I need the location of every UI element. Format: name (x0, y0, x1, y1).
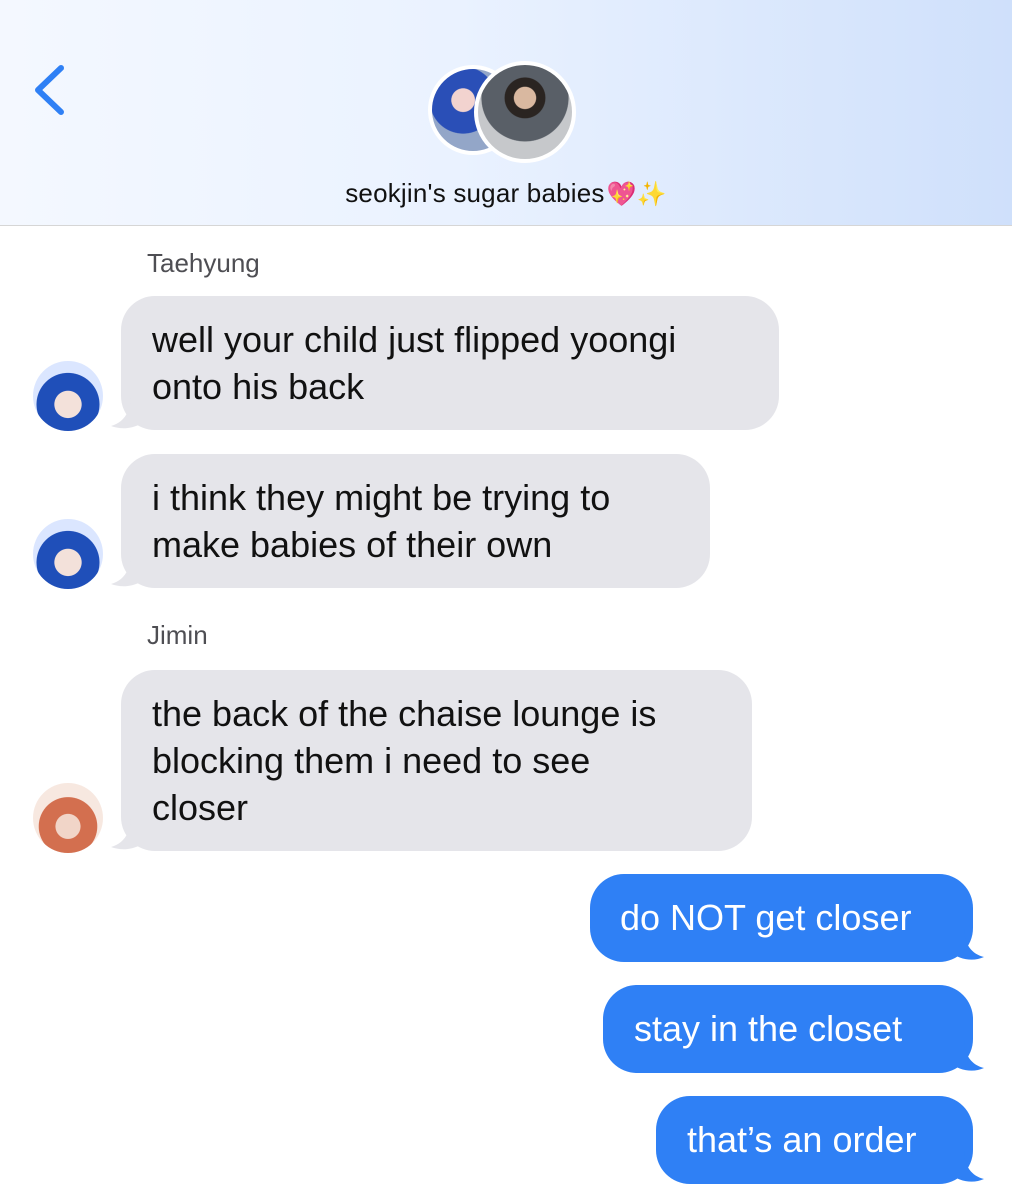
message-line: do NOT get closer (620, 897, 912, 938)
message-bubble-incoming[interactable]: the back of the chaise lounge is blockin… (121, 670, 752, 851)
sender-label-jimin: Jimin (147, 620, 208, 650)
message-bubble-outgoing[interactable]: stay in the closet (603, 985, 973, 1073)
member-avatar-photo (474, 61, 576, 163)
title-emoji: 💖✨ (606, 181, 667, 208)
chat-header: seokjin's sugar babies💖✨ (0, 0, 1012, 226)
message-line: make babies of their own (152, 524, 553, 565)
message-line: blocking them i need to see (152, 740, 591, 781)
message-line: closer (152, 787, 249, 828)
avatar-jimin[interactable] (33, 783, 103, 853)
message-line: onto his back (152, 366, 365, 407)
message-line: that’s an order (687, 1119, 917, 1160)
avatar-taehyung[interactable] (33, 361, 103, 431)
avatar-taehyung[interactable] (33, 519, 103, 589)
message-bubble-incoming[interactable]: well your child just flipped yoongi onto… (121, 296, 779, 430)
message-bubble-outgoing[interactable]: do NOT get closer (590, 874, 973, 962)
group-title-text: seokjin's sugar babies (345, 178, 605, 208)
message-line: i think they might be trying to (152, 477, 611, 518)
message-line: well your child just flipped yoongi (152, 319, 677, 360)
message-bubble-outgoing[interactable]: that’s an order (656, 1096, 973, 1184)
back-button[interactable] (26, 58, 76, 122)
message-line: stay in the closet (634, 1008, 903, 1049)
chevron-left-icon (35, 65, 64, 115)
message-line: the back of the chaise lounge is (152, 693, 657, 734)
sender-label-taehyung: Taehyung (147, 248, 260, 278)
group-avatar-stack[interactable] (428, 61, 584, 163)
message-bubble-incoming[interactable]: i think they might be trying to make bab… (121, 454, 710, 588)
group-title[interactable]: seokjin's sugar babies💖✨ (0, 178, 1012, 209)
